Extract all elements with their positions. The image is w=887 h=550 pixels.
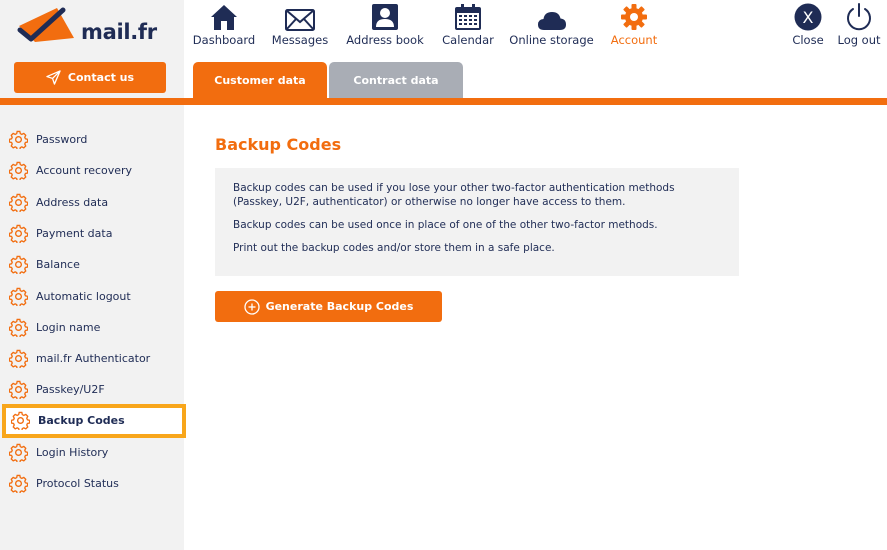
gear-icon	[8, 443, 28, 463]
gear-icon	[8, 130, 28, 150]
nav-logout[interactable]: Log out	[836, 0, 882, 50]
sidebar-item-label: Login History	[36, 446, 109, 459]
info-text-1: Backup codes can be used if you lose you…	[233, 182, 675, 208]
paper-plane-icon	[46, 70, 61, 85]
home-icon	[211, 5, 237, 30]
gear-icon	[8, 317, 28, 337]
gear-icon	[8, 255, 28, 275]
sidebar-item-label: Protocol Status	[36, 477, 119, 491]
nav-logout-label: Log out	[837, 33, 881, 47]
tab-customer-data[interactable]: Customer data	[193, 62, 327, 98]
gear-icon	[8, 223, 28, 243]
info-box: Backup codes can be used if you lose you…	[215, 168, 739, 276]
gear-icon	[621, 4, 647, 30]
gear-icon	[10, 411, 30, 431]
sidebar-item-mail-fr-authenticator[interactable]: mail.fr Authenticator	[0, 343, 184, 374]
sidebar-item-login-history[interactable]: Login History	[0, 437, 184, 468]
contact-us-button[interactable]: Contact us	[14, 62, 166, 93]
envelope-icon	[285, 9, 315, 31]
gear-icon	[8, 161, 28, 181]
sidebar-item-password[interactable]: Password	[0, 124, 184, 155]
sidebar-item-account-recovery[interactable]: Account recovery	[0, 155, 184, 186]
generate-backup-codes-label: Generate Backup Codes	[265, 300, 414, 313]
sidebar-item-balance[interactable]: Balance	[0, 249, 184, 280]
sidebar-item-label: Address data	[36, 195, 109, 209]
logo-text: mail.fr	[81, 20, 157, 44]
brand-area: mail.fr Contact us	[0, 0, 184, 98]
sidebar-item-label: Backup Codes	[38, 414, 125, 428]
nav-messages-label: Messages	[271, 33, 329, 47]
power-icon	[847, 3, 871, 31]
sidebar-item-label: Password	[36, 133, 88, 146]
cloud-icon	[537, 12, 566, 30]
sidebar-item-backup-codes[interactable]: Backup Codes	[2, 403, 186, 438]
nav-online-storage[interactable]: Online storage	[509, 0, 594, 50]
tab-contract-data[interactable]: Contract data	[329, 62, 463, 98]
sidebar-item-label: Account recovery	[36, 164, 133, 178]
envelope-check-logo-icon	[17, 7, 74, 42]
info-text-2: Backup codes can be used once in place o…	[233, 219, 658, 231]
logo[interactable]: mail.fr	[17, 6, 157, 46]
sidebar-item-payment-data[interactable]: Payment data	[0, 218, 184, 249]
page-title: Backup Codes	[215, 135, 342, 154]
gear-icon	[8, 474, 28, 494]
gear-icon	[8, 192, 28, 212]
nav-dashboard[interactable]: Dashboard	[193, 0, 255, 50]
nav-calendar-label: Calendar	[442, 33, 494, 47]
info-text-3: Print out the backup codes and/or store …	[233, 242, 555, 254]
gear-icon	[8, 380, 28, 400]
nav-close-label: Close	[792, 33, 824, 47]
nav-calendar[interactable]: Calendar	[440, 0, 496, 50]
sidebar-item-label: mail.fr Authenticator	[36, 352, 151, 366]
close-circle-icon: X	[794, 3, 822, 31]
nav-address-book-label: Address book	[346, 33, 424, 47]
plus-circle-icon	[243, 298, 260, 315]
gear-icon	[8, 286, 28, 306]
sidebar-item-address-data[interactable]: Address data	[0, 187, 184, 218]
svg-text:X: X	[803, 8, 814, 27]
nav-account[interactable]: Account	[608, 0, 660, 50]
sidebar-item-label: Automatic logout	[36, 289, 131, 303]
sidebar-item-protocol-status[interactable]: Protocol Status	[0, 468, 184, 499]
sidebar-item-label: Passkey/U2F	[36, 383, 105, 397]
generate-backup-codes-button[interactable]: Generate Backup Codes	[215, 291, 442, 322]
gear-icon	[8, 349, 28, 369]
sidebar-item-automatic-logout[interactable]: Automatic logout	[0, 281, 184, 312]
sidebar-item-label: Balance	[36, 258, 80, 272]
contact-us-label: Contact us	[67, 71, 135, 84]
nav-account-label: Account	[610, 33, 658, 47]
nav-address-book[interactable]: Address book	[345, 0, 425, 50]
nav-online-storage-label: Online storage	[509, 33, 594, 47]
contact-card-icon	[372, 4, 398, 30]
sidebar-item-passkey-u2f[interactable]: Passkey/U2F	[0, 374, 184, 405]
sidebar-item-login-name[interactable]: Login name	[0, 312, 184, 343]
calendar-icon	[455, 4, 481, 30]
header-divider	[0, 98, 887, 105]
nav-close[interactable]: X Close	[788, 0, 828, 50]
sidebar-item-label: Payment data	[36, 226, 113, 240]
sidebar-item-label: Login name	[36, 320, 101, 334]
nav-messages[interactable]: Messages	[271, 0, 329, 50]
nav-dashboard-label: Dashboard	[192, 33, 256, 47]
